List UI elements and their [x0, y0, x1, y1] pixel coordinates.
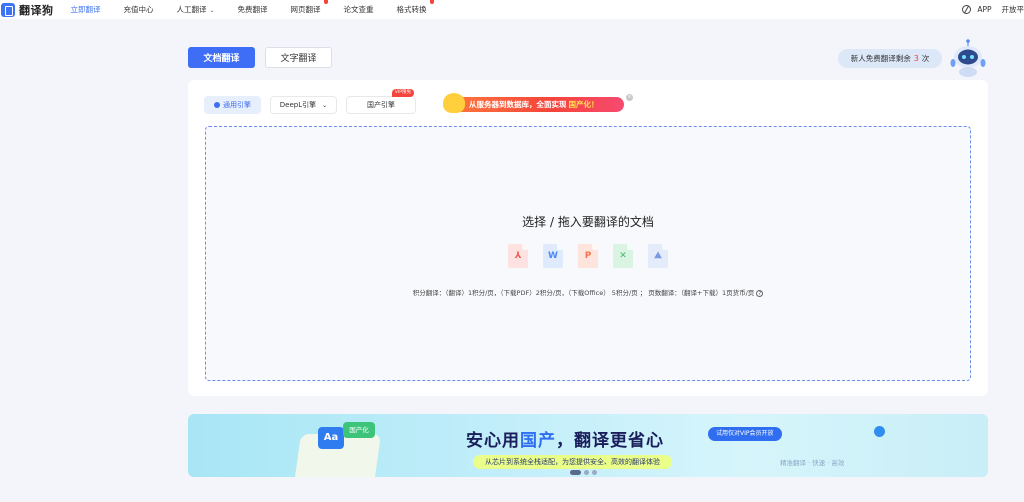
mascot-icon — [443, 93, 465, 113]
nav-menu: 立即翻译 充值中心 人工翻译 ⌄ 免费翻译 网页翻译 论文查重 格式转换 — [71, 0, 450, 19]
promo-highlight: 国产化！ — [568, 100, 599, 109]
new-badge-icon — [323, 0, 328, 4]
promo-text: 从服务器到数据库，全面实现 — [469, 100, 567, 109]
tab-document-translation[interactable]: 文档翻译 — [188, 47, 255, 68]
domestic-promo-banner[interactable]: 从服务器到数据库，全面实现 国产化！ — [443, 93, 624, 113]
robot-assistant-icon[interactable] — [950, 39, 986, 79]
nav-item-web-translation[interactable]: 网页翻译 — [291, 0, 328, 15]
engine-general-button[interactable]: 通用引擎 — [204, 96, 261, 114]
ad-tags: 精准翻译 · 快速 · 高效 — [780, 459, 845, 467]
ppt-file-icon: P — [578, 244, 598, 268]
logo-icon — [1, 2, 15, 17]
pdf-file-icon: ⅄ — [508, 244, 528, 268]
nav-open-platform-link[interactable]: 开放平 — [1002, 4, 1024, 15]
nav-item-plagiarism-check[interactable]: 论文查重 — [344, 4, 374, 15]
nav-item-translate-now[interactable]: 立即翻译 — [71, 4, 101, 15]
engine-deepl-select[interactable]: DeepL引擎 ⌄ — [270, 96, 337, 114]
nav-item-recharge[interactable]: 充值中心 — [124, 4, 154, 15]
pricing-info: 积分翻译：（翻译）1积分/页，（下载PDF）2积分/页，（下载Office） 5… — [206, 287, 970, 297]
ad-trial-badge: 试用仅对VIP会员开放 — [708, 427, 782, 441]
ad-title: 安心用国产，翻译更省心 — [466, 431, 664, 451]
nav-item-human-translation[interactable]: 人工翻译 ⌄ — [177, 4, 215, 15]
ad-subtitle: 从芯片到系统全栈适配，为您提供安全、高效的翻译体验 — [473, 455, 672, 469]
free-remaining-count: 3 — [913, 54, 919, 63]
engine-domestic-label: 国产引擎 — [367, 101, 395, 109]
language-globe-icon[interactable] — [962, 5, 972, 14]
vip-free-badge: VIP限免 — [391, 89, 414, 97]
chevron-down-icon: ⌄ — [322, 101, 328, 109]
supported-file-types: ⅄ W P ✕ ⛰ — [508, 244, 683, 268]
free-translation-remaining: 新人免费翻译剩余 3 次 — [838, 49, 942, 68]
file-dropzone[interactable]: 选择 / 拖入要翻译的文档 ⅄ W P ✕ ⛰ 积分翻译：（翻译）1积分/页，（… — [205, 126, 971, 381]
ad-domestic-tag: 国产化 — [343, 422, 375, 438]
top-nav: 翻译狗 立即翻译 充值中心 人工翻译 ⌄ 免费翻译 网页翻译 论文查重 格式转换 … — [0, 0, 1024, 19]
engine-general-label: 通用引擎 — [223, 101, 251, 109]
free-remaining-prefix: 新人免费翻译剩余 — [850, 54, 911, 63]
free-remaining-suffix: 次 — [921, 54, 930, 63]
translation-card: 通用引擎 DeepL引擎 ⌄ 国产引擎 VIP限免 从服务器到数据库，全面实现 … — [188, 80, 988, 396]
carousel-dot-active[interactable] — [570, 470, 581, 475]
chevron-down-icon: ⌄ — [209, 7, 215, 14]
domestic-ad-banner[interactable]: Aa 国产化 安心用国产，翻译更省心 试用仅对VIP会员开放 从芯片到系统全栈适… — [188, 414, 988, 477]
dropzone-title: 选择 / 拖入要翻译的文档 — [522, 215, 654, 229]
engine-selector: 通用引擎 DeepL引擎 ⌄ 国产引擎 VIP限免 — [204, 89, 416, 114]
image-file-icon: ⛰ — [648, 244, 668, 268]
nav-item-free-translation[interactable]: 免费翻译 — [238, 4, 268, 15]
help-icon[interactable]: ? — [756, 289, 764, 297]
nav-right: APP 开放平 — [962, 0, 1024, 19]
logo-text: 翻译狗 — [19, 3, 54, 17]
pricing-text: 积分翻译：（翻译）1积分/页，（下载PDF）2积分/页，（下载Office） 5… — [412, 289, 755, 297]
ad-aa-icon: Aa — [318, 427, 344, 449]
decorative-ball-icon — [874, 426, 885, 437]
carousel-dot[interactable] — [584, 470, 589, 475]
nav-item-format-convert[interactable]: 格式转换 — [397, 0, 434, 15]
excel-file-icon: ✕ — [613, 244, 633, 268]
carousel-dot[interactable] — [592, 470, 597, 475]
word-file-icon: W — [543, 244, 563, 268]
engine-general-icon — [214, 102, 220, 108]
engine-deepl-label: DeepL引擎 — [279, 101, 317, 109]
logo[interactable]: 翻译狗 — [0, 2, 54, 18]
carousel-dots — [570, 470, 600, 475]
tab-text-translation[interactable]: 文字翻译 — [265, 47, 332, 68]
close-icon[interactable]: × — [626, 94, 633, 101]
new-badge-icon — [429, 0, 434, 4]
nav-app-link[interactable]: APP — [977, 5, 991, 14]
engine-domestic-button[interactable]: 国产引擎 VIP限免 — [346, 89, 416, 114]
